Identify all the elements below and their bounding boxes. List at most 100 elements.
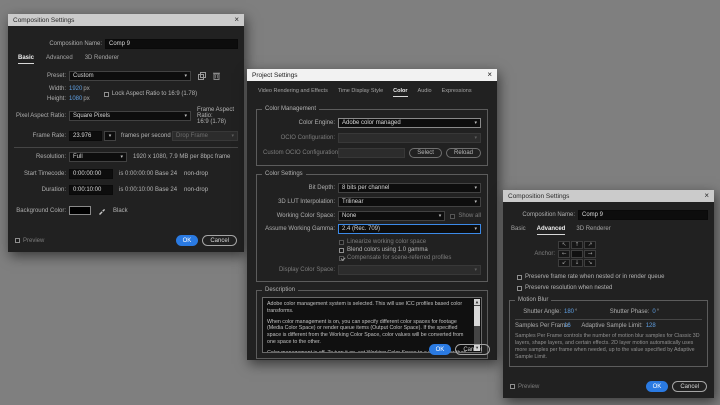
composition-name-label: Composition Name: xyxy=(522,212,575,218)
chevron-down-icon: ▾ xyxy=(474,135,477,141)
working-color-space-dropdown[interactable]: None ▾ xyxy=(338,211,446,221)
cancel-button[interactable]: Cancel xyxy=(455,344,490,355)
samples-per-frame-value[interactable]: 16 xyxy=(564,323,571,329)
start-timecode-input[interactable]: 0:00:00:00 xyxy=(69,169,113,179)
preview-label: Preview xyxy=(23,237,45,244)
tab-3d-renderer[interactable]: 3D Renderer xyxy=(576,226,610,235)
display-color-space-dropdown: ▾ xyxy=(338,265,481,275)
tab-basic[interactable]: Basic xyxy=(18,55,35,64)
lut-interpolation-dropdown[interactable]: Trilinear ▾ xyxy=(338,197,481,207)
titlebar[interactable]: Composition Settings × xyxy=(503,190,714,202)
preserve-resolution-label: Preserve resolution when nested xyxy=(525,285,613,291)
anchor-bottom-right-icon[interactable]: ↘ xyxy=(584,259,596,267)
tab-audio[interactable]: Audio xyxy=(418,88,432,97)
color-settings-group: Color Settings Bit Depth: 8 bits per cha… xyxy=(256,171,488,282)
anchor-bottom-left-icon[interactable]: ↙ xyxy=(558,259,570,267)
frame-rate-dropdown-button[interactable]: ▾ xyxy=(104,131,116,141)
description-paragraph: When color management is on, you can spe… xyxy=(267,318,464,345)
chevron-down-icon: ▾ xyxy=(474,267,477,273)
start-timecode-info: is 0:00:00:00 Base 24 xyxy=(119,171,178,177)
shutter-phase-value[interactable]: 0 xyxy=(652,309,655,315)
close-icon[interactable]: × xyxy=(487,71,492,79)
tab-video-rendering[interactable]: Video Rendering and Effects xyxy=(258,88,328,97)
bit-depth-dropdown[interactable]: 8 bits per channel ▾ xyxy=(338,183,481,193)
ok-button[interactable]: OK xyxy=(428,344,452,355)
titlebar[interactable]: Composition Settings × xyxy=(8,14,244,26)
anchor-top-right-icon[interactable]: ↗ xyxy=(584,241,596,249)
display-color-space-label: Display Color Space: xyxy=(278,267,335,273)
scroll-up-icon[interactable]: ▲ xyxy=(474,299,480,305)
pixel-aspect-dropdown[interactable]: Square Pixels ▾ xyxy=(69,111,191,121)
chevron-down-icon: ▾ xyxy=(474,226,477,232)
chevron-down-icon: ▾ xyxy=(120,154,123,160)
chevron-down-icon: ▾ xyxy=(231,133,234,139)
motion-blur-group: Motion Blur Shutter Angle: 180 ° Shutter… xyxy=(509,297,708,367)
width-label: Width: xyxy=(48,86,66,92)
anchor-left-icon[interactable]: ← xyxy=(558,250,570,258)
eyedropper-icon[interactable] xyxy=(98,207,106,215)
tab-time-display[interactable]: Time Display Style xyxy=(338,88,383,97)
background-color-name: Black xyxy=(113,207,128,214)
composition-settings-dialog-right: Composition Settings × Composition Name:… xyxy=(503,190,714,398)
preview-checkbox[interactable] xyxy=(15,238,20,243)
reload-button[interactable]: Reload xyxy=(445,148,481,158)
ok-button[interactable]: OK xyxy=(175,235,199,246)
delete-preset-icon[interactable] xyxy=(213,72,220,80)
chevron-down-icon: ▾ xyxy=(474,199,477,205)
anchor-top-icon[interactable]: ↑ xyxy=(571,241,583,249)
color-engine-dropdown[interactable]: Adobe color managed ▾ xyxy=(338,118,481,128)
anchor-right-icon[interactable]: → xyxy=(584,250,596,258)
cancel-button[interactable]: Cancel xyxy=(672,381,707,392)
preview-checkbox[interactable] xyxy=(510,384,515,389)
composition-name-input[interactable]: Comp 9 xyxy=(105,39,238,49)
color-management-group: Color Management Color Engine: Adobe col… xyxy=(256,106,488,166)
resolution-label: Resolution: xyxy=(35,154,66,160)
close-icon[interactable]: × xyxy=(704,192,709,200)
ok-button[interactable]: OK xyxy=(645,381,669,392)
duration-input[interactable]: 0:00:10:00 xyxy=(69,185,113,195)
compensate-label: Compensate for scene-referred profiles xyxy=(347,255,452,261)
custom-ocio-input xyxy=(338,148,406,158)
preset-label: Preset: xyxy=(46,73,66,79)
chevron-down-icon: ▾ xyxy=(474,185,477,191)
start-timecode-label: Start Timecode: xyxy=(23,171,66,177)
anchor-center-cell[interactable] xyxy=(571,250,583,258)
close-icon[interactable]: × xyxy=(234,16,239,24)
frame-rate-input[interactable]: 23.976 xyxy=(69,131,102,141)
duration-label: Duration: xyxy=(41,187,66,193)
anchor-top-left-icon[interactable]: ↖ xyxy=(558,241,570,249)
lock-aspect-checkbox[interactable] xyxy=(103,91,109,97)
start-timecode-drop: non-drop xyxy=(184,171,209,177)
titlebar[interactable]: Project Settings × xyxy=(247,69,497,81)
tab-advanced[interactable]: Advanced xyxy=(536,226,566,235)
tab-expressions[interactable]: Expressions xyxy=(442,88,472,97)
save-preset-icon[interactable] xyxy=(198,72,206,80)
width-value[interactable]: 1920 xyxy=(69,86,82,92)
background-color-swatch[interactable] xyxy=(69,206,91,215)
preserve-frame-rate-checkbox[interactable] xyxy=(517,274,522,280)
resolution-dropdown[interactable]: Full ▾ xyxy=(69,152,127,162)
scrollbar-thumb[interactable] xyxy=(474,306,480,326)
height-label: Height: xyxy=(46,96,66,102)
custom-ocio-label: Custom OCIO Configuration: xyxy=(263,150,340,156)
select-button[interactable]: Select xyxy=(409,148,442,158)
tab-basic[interactable]: Basic xyxy=(511,226,526,235)
tab-color[interactable]: Color xyxy=(393,88,408,97)
preset-dropdown[interactable]: Custom ▾ xyxy=(69,71,191,81)
chevron-down-icon: ▾ xyxy=(184,113,187,119)
composition-name-input[interactable]: Comp 9 xyxy=(578,210,708,220)
working-color-space-label: Working Color Space: xyxy=(276,213,335,219)
cancel-button[interactable]: Cancel xyxy=(202,235,237,246)
description-paragraph: Adobe color management system is selecte… xyxy=(267,301,463,314)
height-value[interactable]: 1080 xyxy=(69,96,82,102)
blend-colors-checkbox[interactable] xyxy=(339,247,344,253)
adaptive-sample-limit-value[interactable]: 128 xyxy=(646,323,656,329)
tab-3d-renderer[interactable]: 3D Renderer xyxy=(85,55,119,64)
preserve-resolution-checkbox[interactable] xyxy=(517,285,522,291)
tab-advanced[interactable]: Advanced xyxy=(46,55,73,64)
shutter-angle-value[interactable]: 180 xyxy=(564,309,574,315)
blend-colors-label: Blend colors using 1.0 gamma xyxy=(347,247,428,253)
dialog-title: Composition Settings xyxy=(13,16,75,24)
anchor-bottom-icon[interactable]: ↓ xyxy=(571,259,583,267)
assume-gamma-dropdown[interactable]: 2.4 (Rec. 709) ▾ xyxy=(338,224,481,234)
